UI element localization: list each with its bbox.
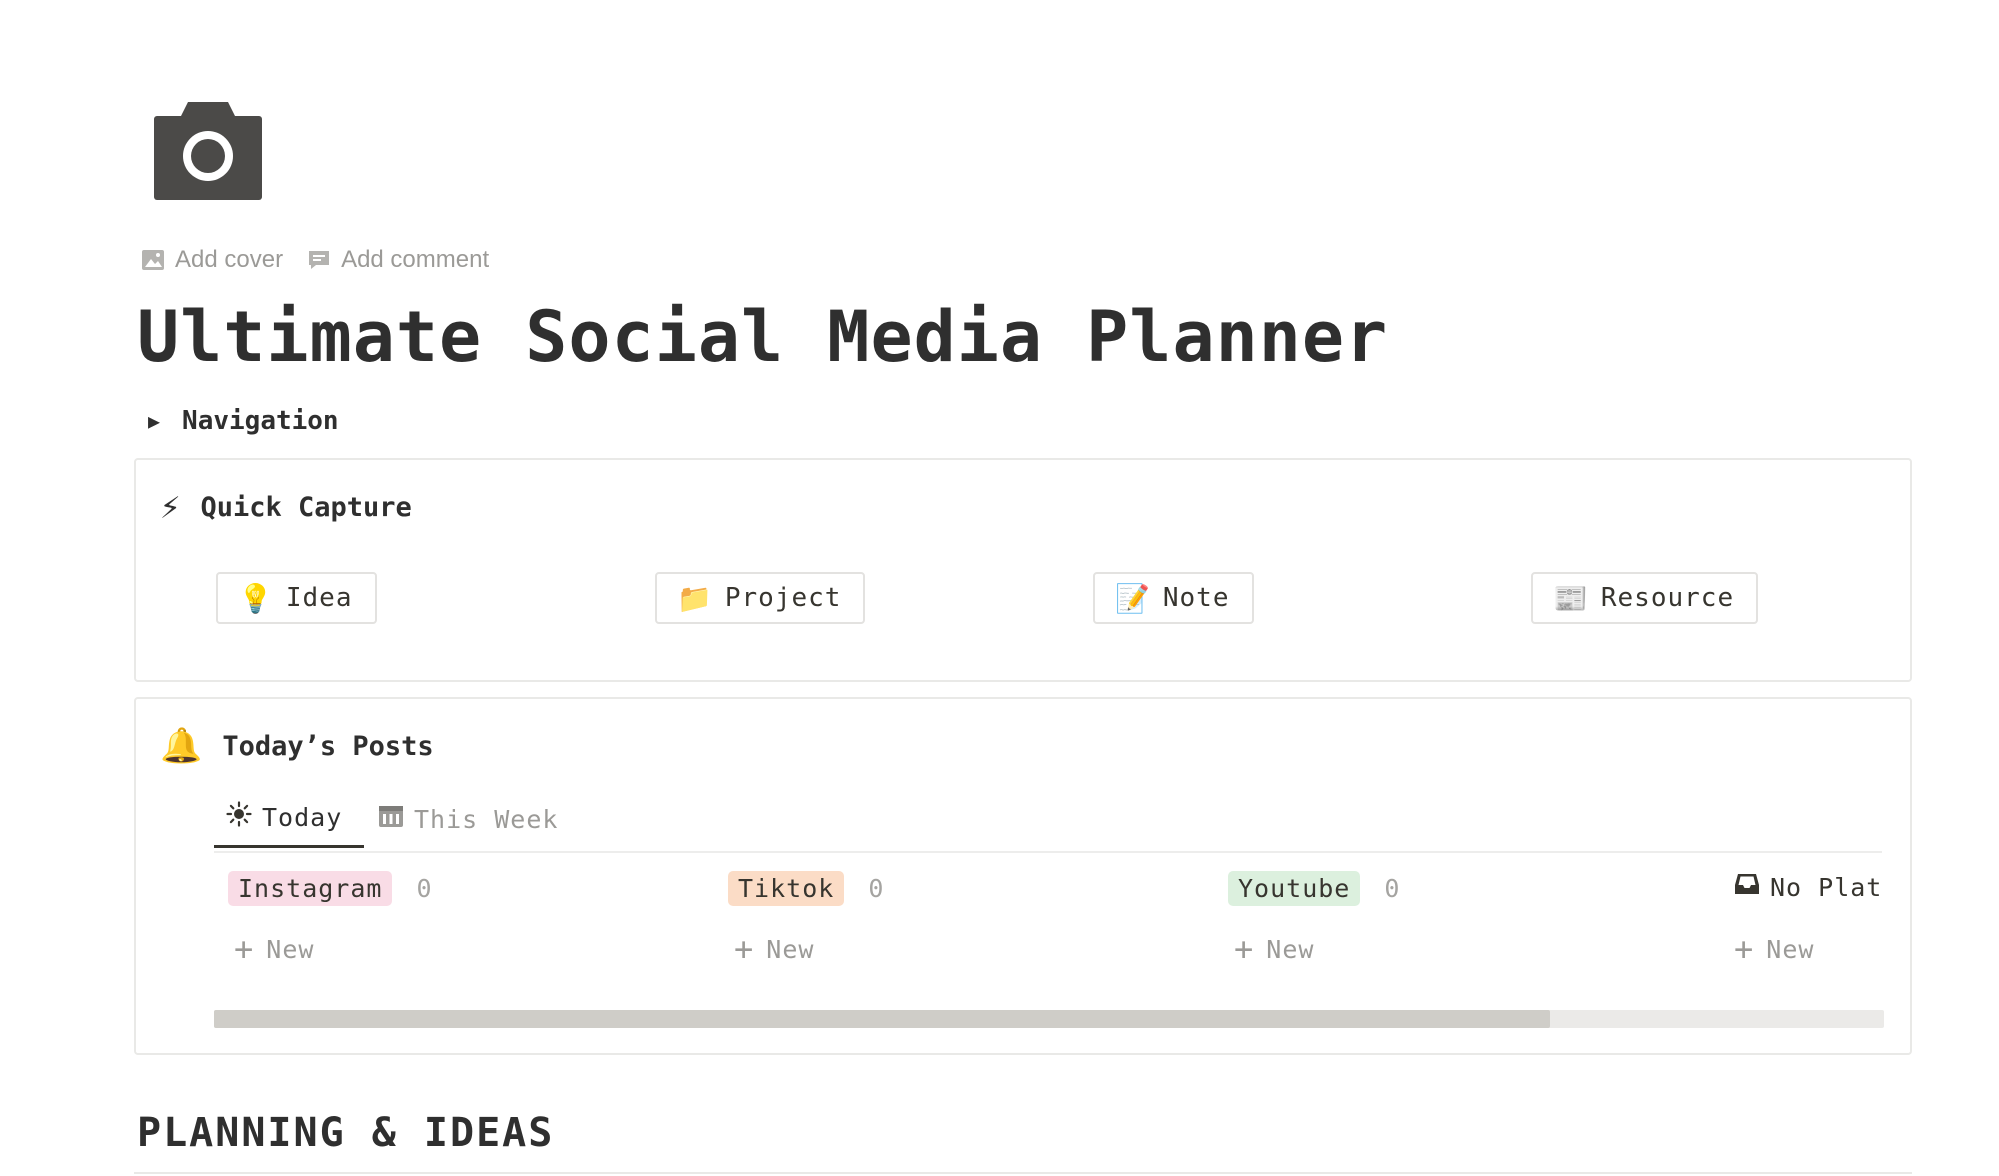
column-no-platform[interactable]: No Plat xyxy=(1734,871,1882,903)
image-icon xyxy=(141,248,165,272)
instagram-tag: Instagram xyxy=(228,871,393,906)
add-cover-label: Add cover xyxy=(175,246,284,273)
newspaper-icon: 📰 xyxy=(1553,581,1589,615)
new-label: New xyxy=(1766,934,1815,964)
add-comment-label: Add comment xyxy=(341,246,490,273)
comment-icon xyxy=(307,248,331,272)
view-tabs: Today This Week xyxy=(214,789,1882,853)
scrollbar-thumb[interactable] xyxy=(214,1010,1550,1028)
divider xyxy=(134,1172,1912,1174)
new-youtube-button[interactable]: + New xyxy=(1234,933,1314,965)
tab-today[interactable]: Today xyxy=(214,789,364,848)
calendar-icon xyxy=(378,803,404,835)
todays-posts-callout: 🔔 Today’s Posts Today This Week Instagra… xyxy=(134,697,1912,1055)
navigation-label: Navigation xyxy=(182,406,339,436)
column-instagram[interactable]: Instagram 0 xyxy=(228,871,433,906)
resource-label: Resource xyxy=(1600,583,1735,613)
new-label: New xyxy=(766,934,815,964)
memo-icon: 📝 xyxy=(1115,581,1151,615)
tab-today-label: Today xyxy=(262,802,343,832)
page-actions: Add cover Add comment xyxy=(141,246,489,274)
project-label: Project xyxy=(724,583,842,613)
column-youtube[interactable]: Youtube 0 xyxy=(1228,871,1400,906)
quick-capture-callout: ⚡ Quick Capture 💡 Idea 📁 Project 📝 Note … xyxy=(134,458,1912,682)
plus-icon: + xyxy=(734,930,755,968)
add-comment-button[interactable]: Add comment xyxy=(307,246,489,274)
youtube-count: 0 xyxy=(1384,874,1401,903)
todays-posts-title: Today’s Posts xyxy=(222,730,434,762)
navigation-toggle[interactable]: ▶ Navigation xyxy=(148,406,339,436)
column-tiktok[interactable]: Tiktok 0 xyxy=(728,871,884,906)
new-tiktok-button[interactable]: + New xyxy=(734,933,814,965)
project-button[interactable]: 📁 Project xyxy=(655,572,866,624)
note-label: Note xyxy=(1162,583,1230,613)
lightning-icon: ⚡ xyxy=(160,487,181,527)
instagram-count: 0 xyxy=(416,874,433,903)
camera-icon[interactable] xyxy=(154,100,262,200)
tab-this-week-label: This Week xyxy=(414,804,559,834)
sun-icon xyxy=(226,801,252,833)
quick-capture-header: ⚡ Quick Capture xyxy=(160,490,412,524)
no-platform-label: No Plat xyxy=(1770,872,1883,902)
horizontal-scrollbar[interactable] xyxy=(214,1010,1884,1028)
new-no-platform-button[interactable]: + New xyxy=(1734,933,1814,965)
idea-label: Idea xyxy=(285,583,353,613)
bell-icon: 🔔 xyxy=(160,726,203,766)
triangle-right-icon[interactable]: ▶ xyxy=(148,409,160,433)
plus-icon: + xyxy=(1234,930,1255,968)
add-cover-button[interactable]: Add cover xyxy=(141,246,283,274)
plus-icon: + xyxy=(234,930,255,968)
todays-posts-header: 🔔 Today’s Posts xyxy=(160,729,434,763)
idea-button[interactable]: 💡 Idea xyxy=(216,572,377,624)
resource-button[interactable]: 📰 Resource xyxy=(1531,572,1759,624)
new-label: New xyxy=(1266,934,1315,964)
page-title[interactable]: Ultimate Social Media Planner xyxy=(137,296,1388,378)
quick-capture-title: Quick Capture xyxy=(200,491,412,523)
section-heading: PLANNING & IDEAS xyxy=(137,1110,555,1156)
note-button[interactable]: 📝 Note xyxy=(1093,572,1254,624)
lightbulb-icon: 💡 xyxy=(238,581,274,615)
youtube-tag: Youtube xyxy=(1228,871,1361,906)
inbox-icon xyxy=(1734,871,1760,903)
tiktok-tag: Tiktok xyxy=(728,871,845,906)
plus-icon: + xyxy=(1734,930,1755,968)
tab-this-week[interactable]: This Week xyxy=(378,789,558,849)
new-instagram-button[interactable]: + New xyxy=(234,933,314,965)
tiktok-count: 0 xyxy=(868,874,885,903)
folder-icon: 📁 xyxy=(677,581,713,615)
new-label: New xyxy=(266,934,315,964)
